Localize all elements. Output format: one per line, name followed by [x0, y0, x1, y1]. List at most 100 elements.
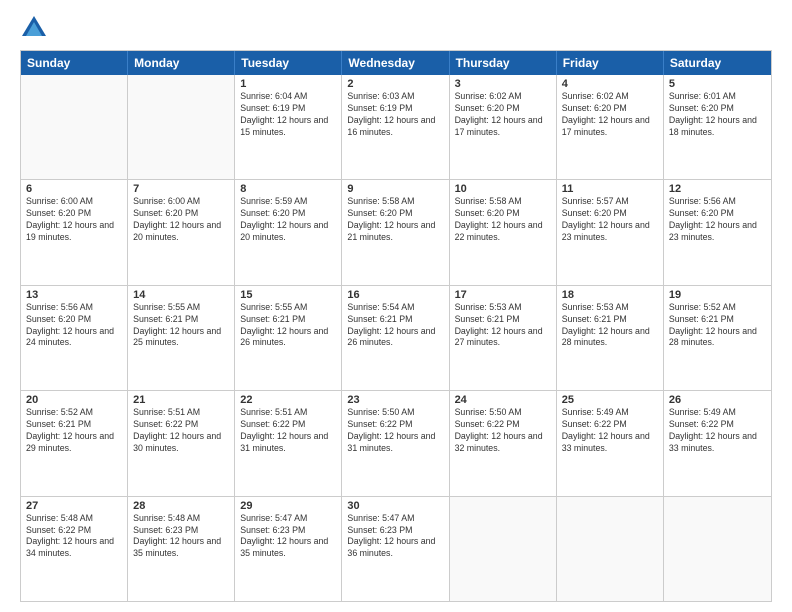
week-row-1: 1Sunrise: 6:04 AMSunset: 6:19 PMDaylight… — [21, 75, 771, 179]
day-info: Sunrise: 5:54 AMSunset: 6:21 PMDaylight:… — [347, 302, 443, 350]
day-info: Sunrise: 5:56 AMSunset: 6:20 PMDaylight:… — [669, 196, 766, 244]
day-cell: 16Sunrise: 5:54 AMSunset: 6:21 PMDayligh… — [342, 286, 449, 390]
day-number: 18 — [562, 289, 658, 301]
day-info: Sunrise: 5:52 AMSunset: 6:21 PMDaylight:… — [669, 302, 766, 350]
day-info: Sunrise: 6:00 AMSunset: 6:20 PMDaylight:… — [26, 196, 122, 244]
day-number: 30 — [347, 500, 443, 512]
day-cell: 20Sunrise: 5:52 AMSunset: 6:21 PMDayligh… — [21, 391, 128, 495]
day-info: Sunrise: 6:01 AMSunset: 6:20 PMDaylight:… — [669, 91, 766, 139]
day-cell: 9Sunrise: 5:58 AMSunset: 6:20 PMDaylight… — [342, 180, 449, 284]
day-cell: 8Sunrise: 5:59 AMSunset: 6:20 PMDaylight… — [235, 180, 342, 284]
week-row-3: 13Sunrise: 5:56 AMSunset: 6:20 PMDayligh… — [21, 285, 771, 390]
day-cell: 19Sunrise: 5:52 AMSunset: 6:21 PMDayligh… — [664, 286, 771, 390]
logo — [20, 18, 52, 42]
day-number: 19 — [669, 289, 766, 301]
day-header-thursday: Thursday — [450, 51, 557, 75]
day-cell: 3Sunrise: 6:02 AMSunset: 6:20 PMDaylight… — [450, 75, 557, 179]
day-info: Sunrise: 5:58 AMSunset: 6:20 PMDaylight:… — [455, 196, 551, 244]
day-number: 26 — [669, 394, 766, 406]
day-cell: 18Sunrise: 5:53 AMSunset: 6:21 PMDayligh… — [557, 286, 664, 390]
day-cell: 11Sunrise: 5:57 AMSunset: 6:20 PMDayligh… — [557, 180, 664, 284]
day-header-sunday: Sunday — [21, 51, 128, 75]
calendar-body: 1Sunrise: 6:04 AMSunset: 6:19 PMDaylight… — [21, 75, 771, 601]
day-cell: 23Sunrise: 5:50 AMSunset: 6:22 PMDayligh… — [342, 391, 449, 495]
day-info: Sunrise: 5:57 AMSunset: 6:20 PMDaylight:… — [562, 196, 658, 244]
day-info: Sunrise: 5:51 AMSunset: 6:22 PMDaylight:… — [133, 407, 229, 455]
day-info: Sunrise: 5:55 AMSunset: 6:21 PMDaylight:… — [133, 302, 229, 350]
day-cell: 1Sunrise: 6:04 AMSunset: 6:19 PMDaylight… — [235, 75, 342, 179]
day-number: 24 — [455, 394, 551, 406]
day-number: 9 — [347, 183, 443, 195]
day-cell: 4Sunrise: 6:02 AMSunset: 6:20 PMDaylight… — [557, 75, 664, 179]
day-info: Sunrise: 6:02 AMSunset: 6:20 PMDaylight:… — [455, 91, 551, 139]
day-cell: 22Sunrise: 5:51 AMSunset: 6:22 PMDayligh… — [235, 391, 342, 495]
day-info: Sunrise: 5:53 AMSunset: 6:21 PMDaylight:… — [455, 302, 551, 350]
day-info: Sunrise: 5:47 AMSunset: 6:23 PMDaylight:… — [347, 513, 443, 561]
day-info: Sunrise: 5:49 AMSunset: 6:22 PMDaylight:… — [669, 407, 766, 455]
day-cell: 6Sunrise: 6:00 AMSunset: 6:20 PMDaylight… — [21, 180, 128, 284]
day-info: Sunrise: 5:50 AMSunset: 6:22 PMDaylight:… — [455, 407, 551, 455]
day-header-tuesday: Tuesday — [235, 51, 342, 75]
week-row-2: 6Sunrise: 6:00 AMSunset: 6:20 PMDaylight… — [21, 179, 771, 284]
day-cell: 27Sunrise: 5:48 AMSunset: 6:22 PMDayligh… — [21, 497, 128, 601]
day-cell: 7Sunrise: 6:00 AMSunset: 6:20 PMDaylight… — [128, 180, 235, 284]
day-cell: 24Sunrise: 5:50 AMSunset: 6:22 PMDayligh… — [450, 391, 557, 495]
day-info: Sunrise: 5:48 AMSunset: 6:23 PMDaylight:… — [133, 513, 229, 561]
day-number: 8 — [240, 183, 336, 195]
day-number: 17 — [455, 289, 551, 301]
day-cell — [450, 497, 557, 601]
day-info: Sunrise: 5:47 AMSunset: 6:23 PMDaylight:… — [240, 513, 336, 561]
day-number: 16 — [347, 289, 443, 301]
day-info: Sunrise: 5:49 AMSunset: 6:22 PMDaylight:… — [562, 407, 658, 455]
day-header-saturday: Saturday — [664, 51, 771, 75]
day-cell — [21, 75, 128, 179]
day-cell: 12Sunrise: 5:56 AMSunset: 6:20 PMDayligh… — [664, 180, 771, 284]
day-cell — [128, 75, 235, 179]
day-info: Sunrise: 6:03 AMSunset: 6:19 PMDaylight:… — [347, 91, 443, 139]
day-info: Sunrise: 5:55 AMSunset: 6:21 PMDaylight:… — [240, 302, 336, 350]
day-info: Sunrise: 5:59 AMSunset: 6:20 PMDaylight:… — [240, 196, 336, 244]
day-info: Sunrise: 6:04 AMSunset: 6:19 PMDaylight:… — [240, 91, 336, 139]
day-number: 2 — [347, 78, 443, 90]
day-info: Sunrise: 5:50 AMSunset: 6:22 PMDaylight:… — [347, 407, 443, 455]
day-info: Sunrise: 5:52 AMSunset: 6:21 PMDaylight:… — [26, 407, 122, 455]
day-info: Sunrise: 6:02 AMSunset: 6:20 PMDaylight:… — [562, 91, 658, 139]
day-info: Sunrise: 5:53 AMSunset: 6:21 PMDaylight:… — [562, 302, 658, 350]
day-headers: SundayMondayTuesdayWednesdayThursdayFrid… — [21, 51, 771, 75]
day-cell: 26Sunrise: 5:49 AMSunset: 6:22 PMDayligh… — [664, 391, 771, 495]
day-cell: 17Sunrise: 5:53 AMSunset: 6:21 PMDayligh… — [450, 286, 557, 390]
day-number: 14 — [133, 289, 229, 301]
day-number: 6 — [26, 183, 122, 195]
day-number: 10 — [455, 183, 551, 195]
day-number: 5 — [669, 78, 766, 90]
day-header-wednesday: Wednesday — [342, 51, 449, 75]
day-number: 4 — [562, 78, 658, 90]
day-header-monday: Monday — [128, 51, 235, 75]
day-number: 20 — [26, 394, 122, 406]
logo-icon — [20, 14, 48, 42]
day-cell: 14Sunrise: 5:55 AMSunset: 6:21 PMDayligh… — [128, 286, 235, 390]
day-number: 29 — [240, 500, 336, 512]
header — [20, 18, 772, 42]
day-number: 7 — [133, 183, 229, 195]
day-cell: 25Sunrise: 5:49 AMSunset: 6:22 PMDayligh… — [557, 391, 664, 495]
day-number: 3 — [455, 78, 551, 90]
day-info: Sunrise: 5:51 AMSunset: 6:22 PMDaylight:… — [240, 407, 336, 455]
page: SundayMondayTuesdayWednesdayThursdayFrid… — [0, 0, 792, 612]
day-cell: 15Sunrise: 5:55 AMSunset: 6:21 PMDayligh… — [235, 286, 342, 390]
day-cell: 28Sunrise: 5:48 AMSunset: 6:23 PMDayligh… — [128, 497, 235, 601]
calendar: SundayMondayTuesdayWednesdayThursdayFrid… — [20, 50, 772, 602]
week-row-5: 27Sunrise: 5:48 AMSunset: 6:22 PMDayligh… — [21, 496, 771, 601]
day-number: 28 — [133, 500, 229, 512]
day-number: 11 — [562, 183, 658, 195]
day-cell: 5Sunrise: 6:01 AMSunset: 6:20 PMDaylight… — [664, 75, 771, 179]
day-number: 1 — [240, 78, 336, 90]
day-number: 27 — [26, 500, 122, 512]
day-number: 13 — [26, 289, 122, 301]
day-cell: 30Sunrise: 5:47 AMSunset: 6:23 PMDayligh… — [342, 497, 449, 601]
week-row-4: 20Sunrise: 5:52 AMSunset: 6:21 PMDayligh… — [21, 390, 771, 495]
day-header-friday: Friday — [557, 51, 664, 75]
day-number: 22 — [240, 394, 336, 406]
day-info: Sunrise: 5:58 AMSunset: 6:20 PMDaylight:… — [347, 196, 443, 244]
day-info: Sunrise: 6:00 AMSunset: 6:20 PMDaylight:… — [133, 196, 229, 244]
